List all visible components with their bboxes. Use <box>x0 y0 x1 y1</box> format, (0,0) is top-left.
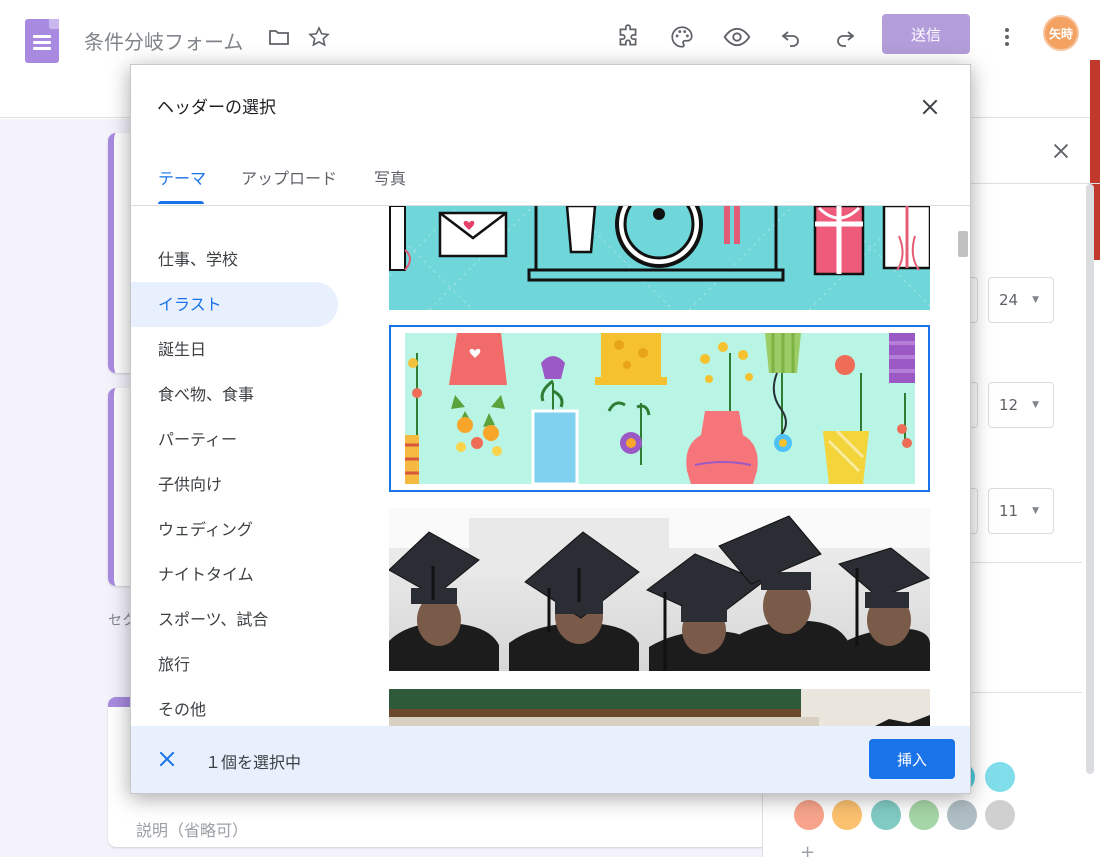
color-swatch[interactable] <box>794 800 824 830</box>
folder-icon[interactable] <box>264 22 294 52</box>
panel-scrollbar[interactable] <box>1086 184 1094 774</box>
star-icon[interactable] <box>304 22 334 52</box>
category-item[interactable]: ナイトタイム <box>131 552 341 597</box>
color-swatch[interactable] <box>985 800 1015 830</box>
more-vert-icon[interactable] <box>992 22 1022 52</box>
tab-photos[interactable]: 写真 <box>374 165 406 203</box>
theme-thumbnail-graduation[interactable] <box>389 508 930 671</box>
text-font-size-select[interactable]: 11 ▼ <box>988 488 1054 534</box>
tab-upload[interactable]: アップロード <box>241 165 337 203</box>
color-swatch[interactable] <box>985 762 1015 792</box>
color-swatch[interactable] <box>909 800 939 830</box>
form-title[interactable]: 条件分岐フォーム <box>84 26 243 55</box>
color-swatch[interactable] <box>832 800 862 830</box>
theme-thumbnail-classroom[interactable] <box>389 689 930 726</box>
active-tab-indicator <box>158 201 204 204</box>
theme-thumbnail-party[interactable] <box>389 206 930 310</box>
chevron-down-icon: ▼ <box>1032 506 1040 516</box>
dialog-title: ヘッダーの選択 <box>157 98 276 118</box>
addon-icon[interactable] <box>613 22 643 52</box>
category-item[interactable]: パーティー <box>131 417 341 462</box>
category-item[interactable]: スポーツ、試合 <box>131 597 341 642</box>
gallery-scrollbar[interactable] <box>958 231 968 257</box>
color-swatch[interactable] <box>947 800 977 830</box>
theme-thumbnail-flowers-selected[interactable] <box>389 325 930 492</box>
category-item[interactable]: 仕事、学校 <box>131 237 341 282</box>
panel-divider <box>970 562 1082 563</box>
theme-gallery <box>389 206 932 726</box>
header-font-size-select[interactable]: 24 ▼ <box>988 277 1054 323</box>
panel-divider <box>970 692 1082 693</box>
description-field[interactable]: 説明（省略可） <box>136 817 248 841</box>
category-item[interactable]: 食べ物、食事 <box>131 372 341 417</box>
tab-theme[interactable]: テーマ <box>158 165 206 203</box>
close-theme-panel-icon[interactable] <box>1050 139 1072 169</box>
insert-button[interactable]: 挿入 <box>869 739 955 779</box>
category-item[interactable]: 誕生日 <box>131 327 341 372</box>
send-button[interactable]: 送信 <box>882 14 970 54</box>
category-item[interactable]: 子供向け <box>131 462 341 507</box>
selection-count: １個を選択中 <box>205 753 302 772</box>
color-swatch[interactable] <box>871 800 901 830</box>
category-list: 仕事、学校 イラスト 誕生日 食べ物、食事 パーティー 子供向け ウェディング … <box>131 237 341 732</box>
font-size-value: 24 <box>999 291 1019 309</box>
preview-eye-icon[interactable] <box>722 22 752 52</box>
add-color-icon[interactable]: + <box>800 842 815 857</box>
palette-icon[interactable] <box>667 22 697 52</box>
question-font-size-select[interactable]: 12 ▼ <box>988 382 1054 428</box>
google-forms-logo-icon[interactable] <box>25 19 59 63</box>
category-item-illustration[interactable]: イラスト <box>131 282 338 327</box>
redo-icon[interactable] <box>830 22 860 52</box>
header-select-dialog: ヘッダーの選択 テーマ アップロード 写真 仕事、学校 イラスト 誕生日 食べ物… <box>130 64 971 794</box>
close-icon[interactable] <box>916 93 944 121</box>
dialog-footer: １個を選択中 挿入 <box>131 726 970 793</box>
dialog-tabs: テーマ アップロード 写真 <box>131 157 970 206</box>
chevron-down-icon: ▼ <box>1032 400 1040 410</box>
undo-icon[interactable] <box>776 22 806 52</box>
font-size-value: 11 <box>999 502 1019 520</box>
font-size-value: 12 <box>999 396 1019 414</box>
category-item[interactable]: ウェディング <box>131 507 341 552</box>
avatar[interactable]: 矢時 <box>1043 15 1079 51</box>
category-item[interactable]: 旅行 <box>131 642 341 687</box>
chevron-down-icon: ▼ <box>1032 295 1040 305</box>
clear-selection-icon[interactable] <box>157 749 177 769</box>
